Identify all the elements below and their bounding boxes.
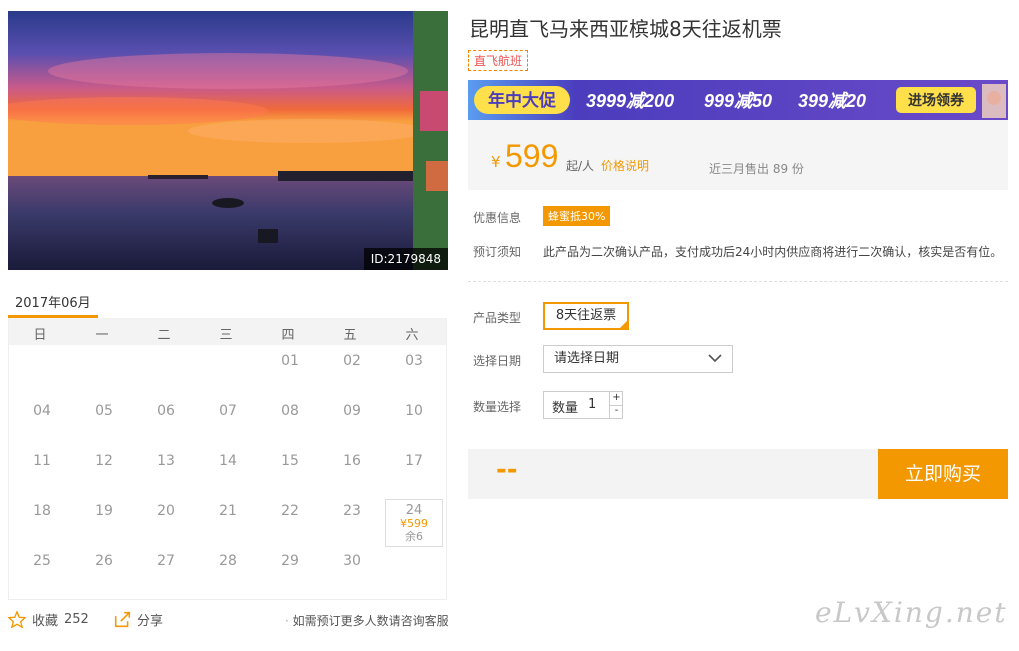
calendar-day[interactable]: 10	[386, 403, 442, 419]
calendar-month-tab[interactable]: 2017年06月	[15, 292, 91, 311]
check-icon: ✓	[620, 314, 627, 323]
selected-day-remaining: 余6	[405, 530, 423, 543]
notice-text: 此产品为二次确认产品，支付成功后24小时内供应商将进行二次确认，核实是否有位。	[543, 245, 1003, 259]
calendar-day[interactable]: 20	[138, 503, 194, 519]
product-title: 昆明直飞马来西亚槟城8天往返机票	[469, 17, 782, 41]
calendar-day[interactable]: 04	[14, 403, 70, 419]
price-currency: ¥	[491, 153, 501, 171]
weekday-label: 一	[95, 328, 109, 343]
direct-flight-tag: 直飞航班	[468, 50, 529, 71]
selected-day-number: 24	[405, 503, 423, 518]
calendar-day[interactable]: 30	[324, 553, 380, 569]
share-icon	[114, 611, 131, 628]
watermark-logo: eLvXing.net	[815, 596, 1008, 629]
price-explain-link[interactable]: 价格说明	[601, 157, 649, 174]
share-label: 分享	[137, 614, 164, 629]
calendar-day[interactable]: 26	[76, 553, 132, 569]
calendar-day[interactable]: 09	[324, 403, 380, 419]
weekday-label: 五	[343, 328, 357, 343]
calendar-day[interactable]: 02	[324, 353, 380, 369]
discount-badge: 蜂蜜抵30%	[543, 206, 611, 226]
date-select[interactable]: 请选择日期	[543, 345, 733, 373]
banner-headline: 年中大促	[488, 90, 556, 110]
calendar-day[interactable]: 06	[138, 403, 194, 419]
weekday-label: 二	[157, 328, 171, 343]
quantity-minus-button[interactable]: -	[609, 405, 623, 418]
calendar-day[interactable]: 27	[138, 553, 194, 569]
calendar-day[interactable]: 21	[200, 503, 256, 519]
chevron-down-icon	[708, 354, 722, 363]
star-icon	[8, 611, 26, 628]
favorite-label: 收藏	[32, 614, 59, 629]
calendar-day-selected[interactable]: 24 ¥599 余6	[385, 499, 443, 547]
product-type-label: 产品类型	[473, 311, 522, 325]
calendar-day[interactable]: 01	[262, 353, 318, 369]
calendar-day[interactable]: 08	[262, 403, 318, 419]
price-value: 599	[505, 138, 559, 174]
promo-banner[interactable]: 年中大促 3999减200 999减50 399减20 进场领券	[468, 80, 1008, 120]
banner-cta: 进场领券	[908, 92, 965, 108]
quantity-input[interactable]: 1	[588, 397, 596, 412]
calendar-day[interactable]: 19	[76, 503, 132, 519]
discount-label: 优惠信息	[473, 211, 522, 225]
weekday-label: 六	[405, 328, 419, 343]
weekday-label: 三	[219, 328, 233, 343]
notice-label: 预订须知	[473, 245, 522, 259]
sold-count: 近三月售出 89 份	[709, 162, 804, 176]
section-divider	[468, 281, 1008, 282]
consult-text: 如需预订更多人数请咨询客服	[292, 614, 449, 628]
calendar-day[interactable]: 23	[324, 503, 380, 519]
banner-offer-2: 999减50	[704, 91, 772, 111]
weekday-label: 四	[281, 328, 295, 343]
calendar-weekday-header: 日一二三四五六	[9, 318, 446, 345]
banner-offer-1: 3999减200	[586, 91, 674, 111]
calendar-day[interactable]: 15	[262, 453, 318, 469]
calendar-day[interactable]: 05	[76, 403, 132, 419]
banner-offer-3: 399减20	[798, 91, 866, 111]
selected-day-price: ¥599	[400, 517, 428, 530]
weekday-label: 日	[33, 328, 47, 343]
calendar-day[interactable]: 16	[324, 453, 380, 469]
quantity-stepper: 数量 1 + -	[543, 391, 623, 419]
photo-id-label: ID:2179848	[363, 248, 448, 270]
quantity-label: 数量选择	[473, 400, 522, 414]
calendar-day[interactable]: 07	[200, 403, 256, 419]
product-type-option[interactable]: 8天往返票 ✓	[543, 302, 629, 330]
date-label: 选择日期	[473, 354, 522, 368]
calendar-day[interactable]: 29	[262, 553, 318, 569]
calendar-day[interactable]: 28	[200, 553, 256, 569]
product-type-value: 8天往返票	[555, 308, 617, 323]
quantity-plus-button[interactable]: +	[609, 392, 623, 406]
buy-now-button[interactable]: 立即购买	[878, 449, 1008, 499]
calendar-day[interactable]: 13	[138, 453, 194, 469]
calendar-day[interactable]: 03	[386, 353, 442, 369]
calendar-day[interactable]: 17	[386, 453, 442, 469]
calendar-day[interactable]: 18	[14, 503, 70, 519]
share-button[interactable]: 分享	[114, 610, 163, 629]
calendar-day[interactable]: 11	[14, 453, 70, 469]
calendar-day[interactable]: 22	[262, 503, 318, 519]
consult-note: · 如需预订更多人数请咨询客服	[285, 614, 449, 628]
quantity-prefix: 数量	[552, 401, 579, 416]
total-price: --	[496, 455, 518, 485]
favorite-button[interactable]: 收藏 252	[8, 610, 89, 629]
product-photo: ID:2179848	[8, 11, 448, 270]
price-unit: 起/人	[566, 159, 595, 173]
sunset-image	[8, 11, 448, 270]
favorite-count: 252	[64, 612, 89, 627]
calendar-day[interactable]: 25	[14, 553, 70, 569]
calendar-day[interactable]: 12	[76, 453, 132, 469]
calendar-day[interactable]: 14	[200, 453, 256, 469]
date-placeholder: 请选择日期	[554, 351, 620, 366]
